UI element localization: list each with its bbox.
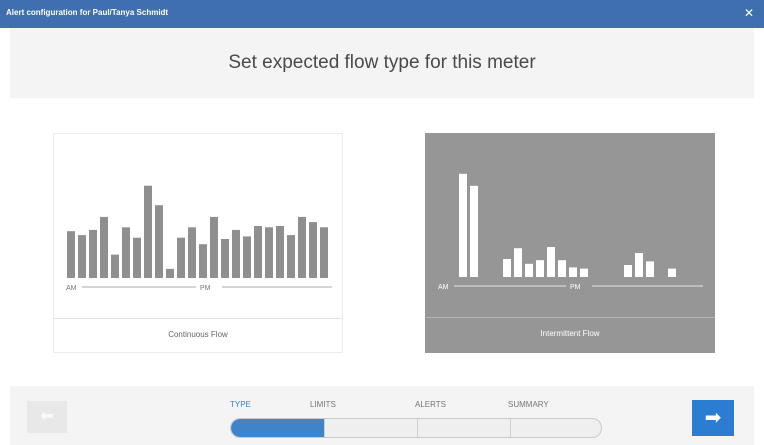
am-label: AM xyxy=(438,284,449,291)
continuous-flow-card[interactable]: AM PM Continuous Flow xyxy=(53,133,343,353)
card-divider xyxy=(425,317,715,318)
flow-bar xyxy=(177,237,185,278)
continuous-flow-chart: AM PM xyxy=(66,185,332,292)
flow-bar xyxy=(166,268,174,278)
flow-bar xyxy=(635,253,643,277)
flow-bar xyxy=(459,173,467,277)
flow-bar xyxy=(287,235,295,278)
flow-bar xyxy=(646,261,654,277)
flow-bar xyxy=(624,265,632,277)
intermittent-flow-card[interactable]: AM PM Intermittent Flow xyxy=(425,133,715,353)
window-titlebar: Alert configuration for Paul/Tanya Schmi… xyxy=(0,0,764,28)
close-icon[interactable]: ✕ xyxy=(742,6,756,20)
am-label: AM xyxy=(66,285,77,292)
flow-bar xyxy=(78,235,86,278)
wizard-progress-bar xyxy=(230,418,602,438)
page-title: Set expected flow type for this meter xyxy=(228,52,536,73)
flow-bar xyxy=(547,247,555,277)
flow-bar xyxy=(298,216,306,278)
flow-bar xyxy=(668,268,676,277)
flow-bar xyxy=(470,185,478,277)
wizard-footer: ⬅ TYPE LIMITS ALERTS SUMMARY ➡ xyxy=(10,386,754,445)
flow-bar xyxy=(199,244,207,278)
back-button[interactable]: ⬅ xyxy=(27,401,67,433)
continuous-flow-label: Continuous Flow xyxy=(168,330,228,339)
flow-bar xyxy=(111,254,119,278)
flow-bar xyxy=(144,185,152,278)
step-type[interactable]: TYPE xyxy=(230,400,251,409)
arrow-left-icon: ⬅ xyxy=(40,408,54,425)
progress-fill xyxy=(231,419,324,437)
flow-bar xyxy=(569,267,577,277)
step-limits[interactable]: LIMITS xyxy=(310,400,336,409)
flow-bar xyxy=(276,226,284,278)
flow-bar xyxy=(525,263,533,277)
flow-bar xyxy=(503,259,511,277)
flow-bar xyxy=(558,260,566,277)
pm-label: PM xyxy=(570,284,581,291)
flow-bar xyxy=(122,227,130,278)
flow-bar xyxy=(67,231,75,278)
flow-bar xyxy=(232,229,240,278)
arrow-right-icon: ➡ xyxy=(704,407,722,429)
step-alerts[interactable]: ALERTS xyxy=(415,400,446,409)
flow-bar xyxy=(133,237,141,278)
flow-bar xyxy=(514,248,522,277)
progress-separator xyxy=(324,419,325,437)
flow-bar xyxy=(536,260,544,277)
flow-bar xyxy=(155,205,163,278)
flow-bar xyxy=(265,227,273,278)
card-divider xyxy=(54,318,342,319)
next-button[interactable]: ➡ xyxy=(692,400,734,436)
progress-separator xyxy=(417,419,418,437)
flow-bar xyxy=(320,227,328,278)
flow-bar xyxy=(100,216,108,278)
flow-bar xyxy=(580,268,588,277)
flow-bar xyxy=(309,222,317,278)
flow-bar xyxy=(243,236,251,278)
flow-bar xyxy=(188,227,196,278)
intermittent-flow-label: Intermittent Flow xyxy=(540,329,600,338)
header-panel: Set expected flow type for this meter xyxy=(10,28,754,98)
step-summary[interactable]: SUMMARY xyxy=(508,400,549,409)
progress-separator xyxy=(510,419,511,437)
flow-bar xyxy=(210,216,218,278)
pm-label: PM xyxy=(200,285,211,292)
window-title: Alert configuration for Paul/Tanya Schmi… xyxy=(6,8,169,17)
flow-bar xyxy=(254,226,262,278)
intermittent-flow-chart: AM PM xyxy=(438,173,703,291)
flow-bar xyxy=(221,239,229,278)
flow-bar xyxy=(89,229,97,278)
